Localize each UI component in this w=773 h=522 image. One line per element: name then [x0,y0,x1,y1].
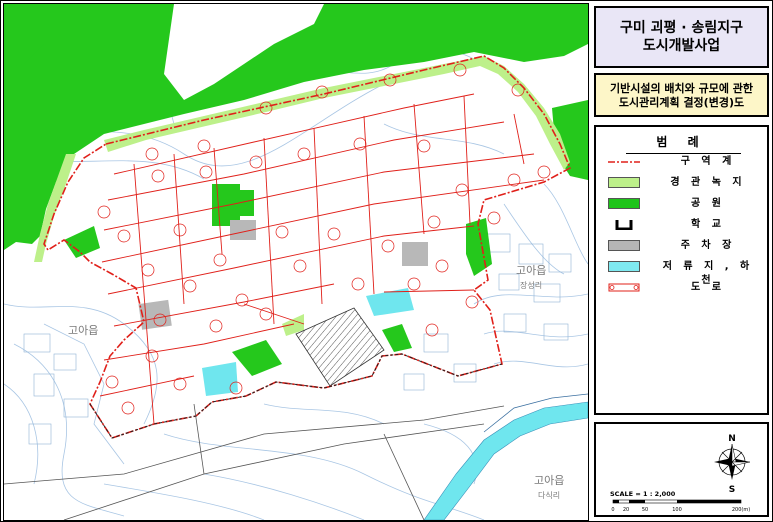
landscape-swatch [608,177,640,188]
scale-tick-100: 100 [672,507,682,513]
south-label: S [729,485,735,495]
title-panel: 구미 괴평 · 송림지구 도시개발사업 [594,6,769,68]
legend-label: 도 로 [691,282,725,293]
legend-label: 구 역 계 [680,156,736,167]
map-label-goaeup-1: 고아읍 [68,324,98,337]
subtitle-panel: 기반시설의 배치와 규모에 관한 도시관리계획 결정(변경)도 [594,73,769,117]
legend-label: 학 교 [691,219,725,230]
legend-item-landscape: 경 관 녹 지 [608,176,763,190]
legend-item-school: 학 교 [608,218,763,232]
park-4 [232,340,282,376]
rail-line [4,405,505,485]
legend-item-park: 공 원 [608,197,763,211]
parking-1 [138,299,172,330]
school-site [295,307,385,387]
legend-divider [626,153,741,154]
reservoir-swatch [608,261,640,272]
park-swatch [608,198,640,209]
map-canvas: 고아읍 고아읍 장성리 고아읍 다식리 [3,3,589,521]
map-label-goaeup-2: 고아읍 [516,264,546,277]
park-1 [212,184,240,226]
scale-tick-0: 0 [611,507,614,513]
highway-line [63,423,485,520]
legend-label: 공 원 [691,198,725,209]
document-frame: 고아읍 고아읍 장성리 고아읍 다식리 구미 괴평 · 송림지구 도시개발사업 … [0,0,773,522]
legend-item-road: 도 로 [608,281,763,295]
subtitle-line-1: 기반시설의 배치와 규모에 관한 [609,82,754,95]
legend-item-parking: 주 차 장 [608,239,763,253]
road-symbol [608,283,640,292]
road-black [193,403,425,520]
legend-item-reservoir: 저 류 지 , 하 천 [608,260,763,286]
reservoir-2 [202,362,238,396]
greenbelt-north [4,4,588,250]
north-arrow-icon [714,443,751,480]
map-label-dasik: 다식리 [538,491,560,500]
legend-label: 경 관 녹 지 [670,177,746,188]
legend-label: 주 차 장 [680,240,736,251]
map-svg: 고아읍 고아읍 장성리 고아읍 다식리 [4,4,588,520]
scale-tick-50: 50 [642,507,648,513]
north-label: N [728,434,736,444]
park-5 [382,324,412,352]
subtitle-line-2: 도시관리계획 결정(변경)도 [618,96,745,109]
parking-3 [402,242,428,266]
title-line-2: 도시개발사업 [642,38,721,54]
scale-panel: N S SCALE = 1 : 2,000 0 20 50 100 200(m) [594,422,769,517]
scale-tick-200: 200(m) [732,507,750,513]
scale-tick-20: 20 [623,507,629,513]
north-arrow-and-scale: N S SCALE = 1 : 2,000 0 20 50 100 200(m) [610,434,751,513]
scale-text: SCALE = 1 : 2,000 [610,490,676,498]
scale-bar [612,499,742,504]
map-label-jangsang: 장성리 [520,280,542,290]
legend-item-district: 구 역 계 [608,155,763,169]
school-symbol [615,220,633,230]
stream-channel [423,401,588,520]
parking-swatch [608,240,640,251]
park-2 [240,190,254,216]
title-line-1: 구미 괴평 · 송림지구 [620,20,743,36]
legend-title: 범 례 [656,135,707,149]
district-boundary-symbol [608,161,640,163]
map-label-goaeup-3: 고아읍 [534,474,564,487]
legend-panel: 범 례 구 역 계 경 관 녹 지 공 원 학 교 주 차 장 저 류 지 , … [594,125,769,415]
